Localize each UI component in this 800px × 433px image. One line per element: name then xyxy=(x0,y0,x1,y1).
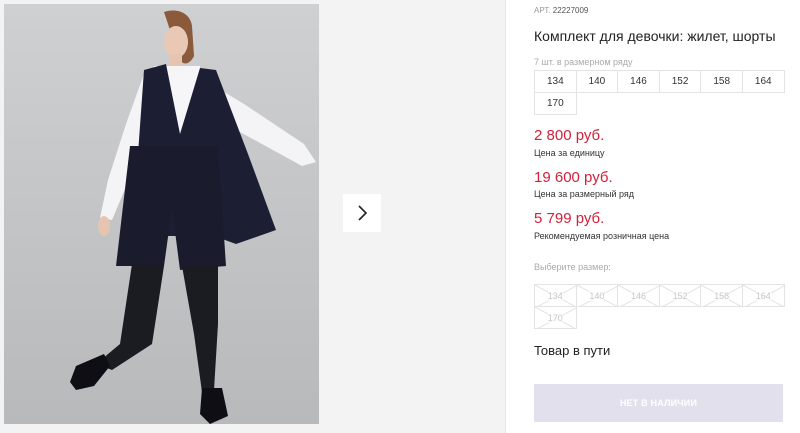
size-range-cell: 134 xyxy=(534,70,577,93)
size-option-disabled[interactable]: 164 xyxy=(741,284,785,307)
product-photo[interactable] xyxy=(4,4,319,424)
size-option-disabled[interactable]: 170 xyxy=(534,306,577,329)
size-option-label: 164 xyxy=(755,290,771,301)
size-range-grid: 134 140 146 152 158 164 170 xyxy=(534,70,790,115)
next-image-button[interactable] xyxy=(343,194,381,232)
out-of-stock-button[interactable]: НЕТ В НАЛИЧИИ xyxy=(534,384,783,422)
size-option-label: 134 xyxy=(547,290,563,301)
retail-price-label: Рекомендуемая розничная цена xyxy=(534,231,670,241)
size-option-label: 158 xyxy=(714,290,730,301)
size-range-note: 7 шт. в размерном ряду xyxy=(534,57,633,67)
chevron-right-icon xyxy=(358,205,368,221)
unit-price-label: Цена за единицу xyxy=(534,148,605,158)
availability-status: Товар в пути xyxy=(534,343,611,358)
size-range-cell: 146 xyxy=(617,70,660,93)
retail-price: 5 799 руб. xyxy=(534,210,605,227)
size-option-label: 152 xyxy=(672,290,688,301)
size-option-disabled[interactable]: 158 xyxy=(700,284,743,307)
size-option-label: 140 xyxy=(589,290,605,301)
product-photo-image xyxy=(4,4,319,424)
range-price: 19 600 руб. xyxy=(534,169,613,186)
size-option-label: 146 xyxy=(630,290,646,301)
article-label: АРТ. xyxy=(534,6,551,15)
choose-size-label: Выберите размер: xyxy=(534,262,611,272)
size-range-cell: 140 xyxy=(575,70,619,93)
article-number: АРТ. 22227009 xyxy=(534,6,588,15)
divider xyxy=(505,0,506,433)
size-range-cell: 152 xyxy=(658,70,702,93)
product-title: Комплект для девочки: жилет, шорты xyxy=(534,28,776,44)
size-option-disabled[interactable]: 152 xyxy=(658,284,702,307)
product-gallery xyxy=(0,0,506,433)
size-option-disabled[interactable]: 146 xyxy=(617,284,660,307)
size-option-disabled[interactable]: 134 xyxy=(534,284,577,307)
size-option-label: 170 xyxy=(547,312,563,323)
size-option-disabled[interactable]: 140 xyxy=(575,284,619,307)
range-price-label: Цена за размерный ряд xyxy=(534,189,635,199)
size-range-cell: 158 xyxy=(700,70,743,93)
unit-price: 2 800 руб. xyxy=(534,127,605,144)
article-value: 22227009 xyxy=(552,6,589,15)
choose-size-grid: 134 140 146 152 158 164 170 xyxy=(534,284,790,329)
size-range-cell: 170 xyxy=(534,92,577,115)
size-range-cell: 164 xyxy=(741,70,785,93)
